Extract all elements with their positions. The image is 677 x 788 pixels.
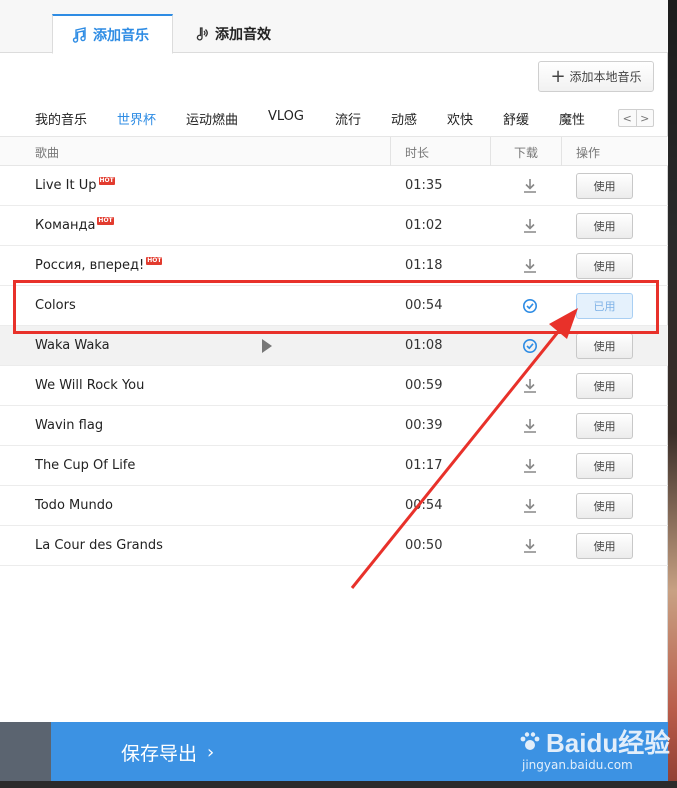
background-photo: [667, 0, 677, 788]
download-icon[interactable]: [522, 217, 538, 235]
song-duration: 00:50: [405, 538, 443, 553]
add-local-label: 添加本地音乐: [569, 70, 642, 84]
background-strip: [0, 781, 677, 788]
col-duration: 时长: [405, 146, 430, 160]
tab-add-music[interactable]: 添加音乐: [52, 14, 173, 54]
category-dynamic[interactable]: 动感: [391, 109, 417, 128]
download-icon[interactable]: [522, 497, 538, 515]
chevron-right-icon: ›: [207, 742, 215, 763]
tab-add-sound-effect[interactable]: 添加音效: [175, 14, 289, 54]
watermark: Baidu经验 jingyan.baidu.com: [518, 723, 670, 772]
use-button[interactable]: 使用: [576, 373, 633, 399]
pager-next-button[interactable]: >: [635, 110, 654, 126]
use-button[interactable]: 使用: [576, 493, 633, 519]
download-icon[interactable]: [522, 457, 538, 475]
song-duration: 00:59: [405, 378, 443, 393]
table-row[interactable]: Todo Mundo 00:54 使用: [0, 486, 668, 526]
use-button[interactable]: 使用: [576, 253, 633, 279]
song-title: Live It Up HOT: [35, 177, 115, 193]
song-title: La Cour des Grands: [35, 538, 163, 553]
table-row[interactable]: Live It Up HOT 01:35 使用: [0, 166, 668, 206]
song-duration: 00:54: [405, 498, 443, 513]
save-export-label: 保存导出: [121, 743, 198, 765]
song-title: Россия, вперед! HOT: [35, 257, 163, 273]
song-duration: 01:35: [405, 178, 443, 193]
song-duration: 01:17: [405, 458, 443, 473]
download-icon[interactable]: [522, 177, 538, 195]
add-local-music-button[interactable]: + 添加本地音乐: [538, 61, 654, 92]
sound-effect-icon: [196, 27, 208, 41]
table-row[interactable]: We Will Rock You 00:59 使用: [0, 366, 668, 406]
paw-icon: [520, 731, 540, 750]
table-row[interactable]: Команда HOT 01:02 使用: [0, 206, 668, 246]
category-quirky[interactable]: 魔性: [559, 109, 585, 128]
tab-bar: 添加音乐 添加音效: [0, 0, 668, 54]
column-divider: [490, 137, 491, 166]
music-panel: 添加音乐 添加音效 + 添加本地音乐 我的音乐 世界杯 运动燃曲 VLOG 流行…: [0, 0, 668, 781]
pager-prev-button[interactable]: <: [619, 110, 636, 126]
downloaded-check-icon: [523, 339, 537, 353]
category-nav: 我的音乐 世界杯 运动燃曲 VLOG 流行 动感 欢快 舒缓 魔性 < >: [0, 100, 668, 135]
song-duration: 01:02: [405, 218, 443, 233]
music-note-icon: [72, 26, 86, 43]
table-row[interactable]: The Cup Of Life 01:17 使用: [0, 446, 668, 486]
song-title: Команда HOT: [35, 217, 114, 233]
song-duration: 01:18: [405, 258, 443, 273]
use-button[interactable]: 使用: [576, 413, 633, 439]
song-title: Wavin flag: [35, 418, 104, 433]
use-button[interactable]: 使用: [576, 533, 633, 559]
tab-label: 添加音效: [215, 27, 271, 43]
song-title: We Will Rock You: [35, 378, 145, 393]
download-icon[interactable]: [522, 417, 538, 435]
highlight-box: [13, 280, 659, 334]
category-sports[interactable]: 运动燃曲: [186, 109, 238, 128]
use-button[interactable]: 使用: [576, 213, 633, 239]
hot-badge: HOT: [97, 217, 114, 225]
use-button[interactable]: 使用: [576, 453, 633, 479]
table-row[interactable]: Wavin flag 00:39 使用: [0, 406, 668, 446]
song-title: Waka Waka: [35, 338, 110, 353]
category-pop[interactable]: 流行: [335, 109, 361, 128]
col-download: 下载: [514, 146, 539, 160]
col-action: 操作: [576, 146, 601, 160]
column-divider: [561, 137, 562, 166]
use-button[interactable]: 使用: [576, 333, 633, 359]
category-my-music[interactable]: 我的音乐: [35, 109, 87, 128]
hot-badge: HOT: [98, 177, 115, 185]
footer-left-block: [0, 722, 51, 781]
table-row[interactable]: La Cour des Grands 00:50 使用: [0, 526, 668, 566]
play-icon[interactable]: [262, 339, 272, 353]
table-header: 歌曲 时长 下载 操作: [0, 136, 668, 166]
download-icon[interactable]: [522, 377, 538, 395]
watermark-url: jingyan.baidu.com: [522, 758, 633, 772]
song-title: The Cup Of Life: [35, 458, 136, 473]
song-title: Todo Mundo: [35, 498, 113, 513]
hot-badge: HOT: [146, 257, 163, 265]
tab-label: 添加音乐: [93, 27, 149, 44]
category-world-cup[interactable]: 世界杯: [117, 109, 156, 128]
song-duration: 01:08: [405, 338, 443, 353]
category-cheerful[interactable]: 欢快: [447, 109, 473, 128]
category-soothing[interactable]: 舒缓: [503, 109, 529, 128]
save-export-button[interactable]: 保存导出 ›: [121, 739, 214, 766]
category-vlog[interactable]: VLOG: [268, 109, 304, 124]
plus-icon: +: [550, 65, 566, 87]
song-duration: 00:39: [405, 418, 443, 433]
watermark-brand: Baidu经验: [518, 723, 670, 760]
use-button[interactable]: 使用: [576, 173, 633, 199]
category-pager: < >: [618, 109, 654, 127]
song-list: Live It Up HOT 01:35 使用 Команда HOT 01:02 …: [0, 166, 668, 566]
download-icon[interactable]: [522, 257, 538, 275]
download-icon[interactable]: [522, 537, 538, 555]
column-divider: [390, 137, 391, 166]
col-song: 歌曲: [35, 146, 60, 160]
